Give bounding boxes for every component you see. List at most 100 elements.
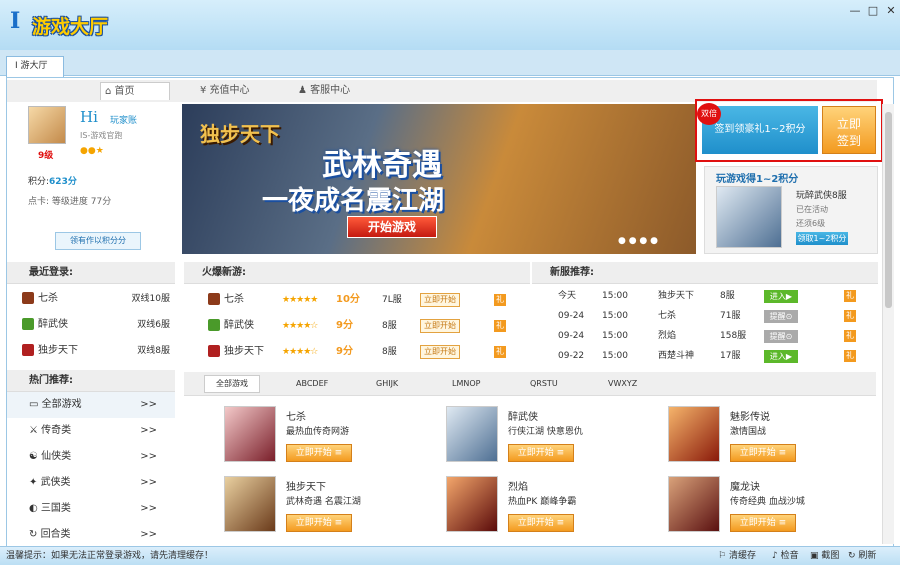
- game-card[interactable]: 魔龙诀 传奇经典 血战沙城 立即开始 ≡: [668, 476, 878, 540]
- server-row[interactable]: 09-24 15:00 七杀 71服 提醒⊙ 礼: [558, 306, 858, 326]
- promo-claim-button[interactable]: 领取1~2积分: [796, 232, 848, 245]
- clear-cache-button[interactable]: ⚐ 清缓存: [718, 547, 756, 565]
- recent-item-server: 双线8服: [137, 346, 170, 356]
- user-level: 9级: [38, 151, 54, 161]
- hot-item-all[interactable]: ▭ 全部游戏 >>: [7, 392, 175, 418]
- game-tab-qrstu[interactable]: QRSTU: [530, 379, 558, 388]
- banner-line1: 武林奇遇: [322, 148, 442, 183]
- minimize-button[interactable]: —: [846, 4, 864, 18]
- game-card-start-button[interactable]: 立即开始 ≡: [286, 514, 352, 532]
- scrollbar[interactable]: [882, 104, 894, 544]
- screenshot-button[interactable]: ▣ 截图: [810, 547, 839, 565]
- server-enter-button[interactable]: 进入▶: [764, 290, 798, 303]
- game-card-start-button[interactable]: 立即开始 ≡: [730, 514, 796, 532]
- game-card-image[interactable]: [446, 406, 498, 462]
- start-game-button[interactable]: 开始游戏: [347, 216, 437, 238]
- logo-prefix: I: [10, 8, 21, 34]
- server-date: 09-24: [558, 311, 585, 321]
- sound-label: 检音: [780, 551, 799, 561]
- game-card-image[interactable]: [446, 476, 498, 532]
- hot-item-turn[interactable]: ↻ 回合类 >>: [7, 522, 175, 548]
- gift-icon[interactable]: 礼: [844, 330, 856, 342]
- hero-banner[interactable]: 独步天下 武林奇遇 一夜成名震江湖 开始游戏 ● ● ● ●: [182, 104, 696, 254]
- tab-home[interactable]: ⌂ 首页: [100, 82, 170, 100]
- chevron-right-icon: >>: [140, 451, 157, 462]
- game-card-image[interactable]: [224, 476, 276, 532]
- fire-row-server: 8服: [382, 347, 397, 357]
- chevron-right-icon: >>: [140, 399, 157, 410]
- game-card-start-button[interactable]: 立即开始 ≡: [508, 444, 574, 462]
- game-card[interactable]: 独步天下 武林奇遇 名震江湖 立即开始 ≡: [224, 476, 434, 540]
- game-card[interactable]: 醉武侠 行侠江湖 快意恩仇 立即开始 ≡: [446, 406, 656, 470]
- carousel-dots[interactable]: ● ● ● ●: [618, 236, 658, 246]
- gift-icon[interactable]: 礼: [844, 290, 856, 302]
- username[interactable]: 玩家账: [110, 113, 137, 126]
- fire-start-button[interactable]: 立即开始: [420, 293, 460, 307]
- server-row[interactable]: 今天 15:00 独步天下 8服 进入▶ 礼: [558, 286, 858, 306]
- fire-start-button[interactable]: 立即开始: [420, 319, 460, 333]
- fire-row[interactable]: 七杀 ★★★★★ 10分 7L服 立即开始 礼: [208, 287, 526, 313]
- game-card-start-button[interactable]: 立即开始 ≡: [286, 444, 352, 462]
- game-card-image[interactable]: [668, 406, 720, 462]
- claim-points-button[interactable]: 领有作以积分分: [55, 232, 141, 250]
- game-card-desc: 激情国战: [730, 427, 767, 437]
- game-tab-all[interactable]: 全部游戏: [204, 375, 260, 393]
- game-card-desc: 武林奇遇 名震江湖: [286, 497, 361, 507]
- scrollbar-thumb[interactable]: [885, 112, 892, 308]
- gift-icon[interactable]: 礼: [494, 346, 506, 358]
- server-row[interactable]: 09-22 15:00 西楚斗神 17服 进入▶ 礼: [558, 346, 858, 366]
- recent-item-server: 双线10服: [131, 294, 170, 304]
- server-enter-button[interactable]: 进入▶: [764, 350, 798, 363]
- promo-game-image[interactable]: [716, 186, 782, 248]
- server-game: 独步天下: [658, 291, 695, 301]
- game-tab-vwxyz[interactable]: VWXYZ: [608, 379, 637, 388]
- menu-icon: ≡: [778, 448, 787, 458]
- game-card-image[interactable]: [224, 406, 276, 462]
- gift-icon[interactable]: 礼: [494, 320, 506, 332]
- immortal-icon: ☯: [29, 451, 42, 462]
- sound-button[interactable]: ♪ 检音: [772, 547, 799, 565]
- game-card-name: 魅影传说: [730, 412, 770, 423]
- game-card[interactable]: 七杀 最热血传奇网游 立即开始 ≡: [224, 406, 434, 470]
- game-tab-ghijk[interactable]: GHIJK: [376, 379, 398, 388]
- menu-icon: ≡: [334, 448, 343, 458]
- hot-item-label: 仙侠类: [41, 451, 72, 462]
- hot-item-sanguo[interactable]: ◐ 三国类 >>: [7, 496, 175, 522]
- martial-icon: ✦: [29, 477, 41, 488]
- game-card-start-button[interactable]: 立即开始 ≡: [730, 444, 796, 462]
- hot-item-legend[interactable]: ⚔ 传奇类 >>: [7, 418, 175, 444]
- avatar[interactable]: [28, 106, 66, 144]
- server-remind-button[interactable]: 提醒⊙: [764, 310, 798, 323]
- app-tab[interactable]: I 游大厅: [6, 56, 64, 77]
- server-row[interactable]: 09-24 15:00 烈焰 158服 提醒⊙ 礼: [558, 326, 858, 346]
- screenshot-label: 截图: [821, 551, 840, 561]
- game-card-name: 醉武侠: [508, 412, 538, 423]
- recent-item[interactable]: 醉武侠 双线6服: [22, 312, 170, 338]
- fire-start-button[interactable]: 立即开始: [420, 345, 460, 359]
- game-card[interactable]: 魅影传说 激情国战 立即开始 ≡: [668, 406, 878, 470]
- recent-item[interactable]: 七杀 双线10服: [22, 286, 170, 312]
- game-tab-lmnop[interactable]: LMNOP: [452, 379, 480, 388]
- fire-row-server: 7L服: [382, 295, 402, 305]
- refresh-button[interactable]: ↻ 刷新: [848, 547, 876, 565]
- game-card-start-button[interactable]: 立即开始 ≡: [508, 514, 574, 532]
- tab-recharge[interactable]: ¥ 充值中心: [196, 82, 266, 100]
- gift-icon[interactable]: 礼: [844, 310, 856, 322]
- game-card[interactable]: 烈焰 热血PK 巅峰争霸 立即开始 ≡: [446, 476, 656, 540]
- close-button[interactable]: ✕: [882, 4, 900, 18]
- signin-button[interactable]: 立即 签到: [822, 106, 876, 154]
- game-card-desc: 热血PK 巅峰争霸: [508, 497, 577, 507]
- hot-item-wuxia[interactable]: ✦ 武侠类 >>: [7, 470, 175, 496]
- hot-item-xianxia[interactable]: ☯ 仙侠类 >>: [7, 444, 175, 470]
- server-remind-button[interactable]: 提醒⊙: [764, 330, 798, 343]
- maximize-button[interactable]: □: [864, 4, 882, 18]
- recent-item[interactable]: 独步天下 双线8服: [22, 338, 170, 364]
- fire-row[interactable]: 独步天下 ★★★★☆ 9分 8服 立即开始 礼: [208, 339, 526, 365]
- tab-service[interactable]: ♟ 客服中心: [294, 82, 364, 100]
- gift-icon[interactable]: 礼: [844, 350, 856, 362]
- gift-icon[interactable]: 礼: [494, 294, 506, 306]
- fire-row[interactable]: 醉武侠 ★★★★☆ 9分 8服 立即开始 礼: [208, 313, 526, 339]
- game-card-image[interactable]: [668, 476, 720, 532]
- hot-item-label: 传奇类: [41, 425, 72, 436]
- game-tab-abcdef[interactable]: ABCDEF: [296, 379, 328, 388]
